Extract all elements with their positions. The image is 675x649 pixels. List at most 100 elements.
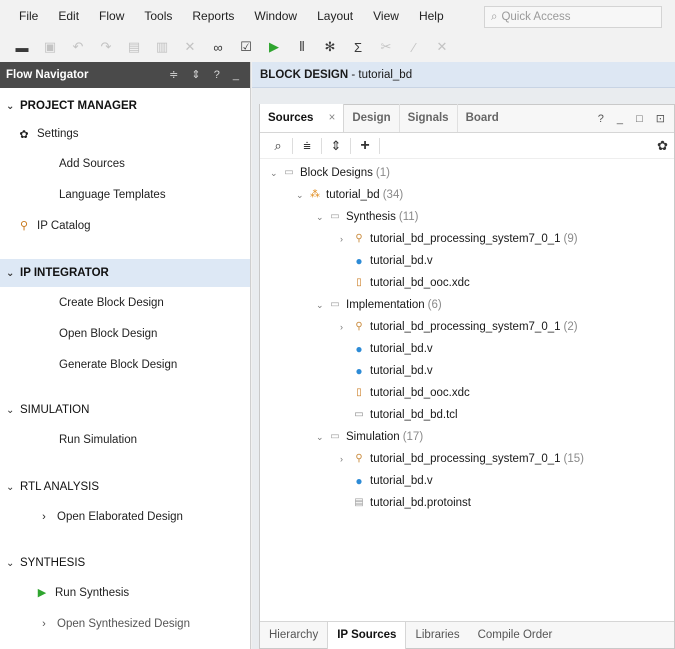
nav-item-language-templates[interactable]: Language Templates <box>0 179 250 210</box>
ip-icon: ⚲ <box>355 233 363 244</box>
tab-label: Design <box>352 112 391 124</box>
block-design-title: BLOCK DESIGN <box>260 68 349 81</box>
tree-node-file[interactable]: ▭ tutorial_bd_bd.tcl <box>352 404 458 426</box>
tree-node-label: tutorial_bd_processing_system7_0_1 <box>370 321 561 333</box>
verilog-file-icon: ● <box>355 254 363 268</box>
verilog-file-icon: ● <box>355 364 363 378</box>
nav-item-generate-block-design[interactable]: Generate Block Design <box>0 349 250 380</box>
nav-item-create-block-design[interactable]: Create Block Design <box>0 287 250 318</box>
nav-item-add-sources[interactable]: Add Sources <box>0 148 250 179</box>
ip-icon: ⚲ <box>355 321 363 332</box>
chevron-down-icon: ⌄ <box>6 100 15 112</box>
redo-icon[interactable]: ↷ <box>92 36 120 58</box>
tree-node-file[interactable]: ● tutorial_bd.v <box>352 470 432 492</box>
tree-node-ps7-implementation[interactable]: › ⚲ tutorial_bd_processing_system7_0_1 (… <box>340 316 578 338</box>
tree-node-file[interactable]: ● tutorial_bd.v <box>352 338 433 360</box>
constraints-file-icon: ▯ <box>356 387 362 398</box>
menu-flow[interactable]: Flow <box>89 0 134 32</box>
tree-node-block-designs[interactable]: ⌄ ▭ Block Designs (1) <box>270 162 390 184</box>
menu-layout[interactable]: Layout <box>307 0 363 32</box>
expand-all-icon[interactable]: ⇕ <box>324 138 348 154</box>
tab-design[interactable]: Design <box>344 104 398 132</box>
section-project-manager[interactable]: ⌄ PROJECT MANAGER <box>0 92 250 120</box>
delete-icon[interactable]: ✕ <box>176 36 204 58</box>
close-icon[interactable]: ✕ <box>428 36 456 58</box>
paste-icon[interactable]: ▥ <box>148 36 176 58</box>
menu-tools[interactable]: Tools <box>134 0 182 32</box>
menu-reports[interactable]: Reports <box>182 0 244 32</box>
section-ip-integrator[interactable]: ⌄ IP INTEGRATOR <box>0 259 250 287</box>
tab-libraries[interactable]: Libraries <box>406 622 468 649</box>
menu-edit[interactable]: Edit <box>48 0 89 32</box>
tab-ip-sources[interactable]: IP Sources <box>327 621 407 649</box>
tree-node-tutorial-bd[interactable]: ⌄ ⁂ tutorial_bd (34) <box>296 184 403 206</box>
tab-sources[interactable]: Sources × <box>260 104 345 132</box>
nav-item-open-synthesized-design[interactable]: › Open Synthesized Design <box>0 608 250 639</box>
nav-item-run-simulation[interactable]: Run Simulation <box>0 424 250 455</box>
menu-help[interactable]: Help <box>409 0 454 32</box>
nav-item-ip-catalog[interactable]: ⚲ IP Catalog <box>0 210 250 241</box>
nav-item-settings[interactable]: ✿ Settings <box>0 120 250 148</box>
tree-node-label: tutorial_bd_processing_system7_0_1 <box>370 233 561 245</box>
flow-navigator-header-icons[interactable]: ≑ ⇕ ? _ <box>169 62 244 88</box>
chevron-right-icon: › <box>340 454 343 464</box>
section-rtl-analysis[interactable]: ⌄ RTL ANALYSIS <box>0 473 250 501</box>
section-simulation[interactable]: ⌄ SIMULATION <box>0 396 250 424</box>
tab-compile-order[interactable]: Compile Order <box>469 622 562 649</box>
nav-item-open-block-design[interactable]: Open Block Design <box>0 318 250 349</box>
panel-window-controls[interactable]: ? _ □ ⊡ <box>598 105 670 133</box>
tree-node-count: (11) <box>398 211 419 223</box>
gear-icon[interactable]: ✿ <box>657 138 668 154</box>
sum-icon[interactable]: Σ <box>344 36 372 58</box>
nav-item-open-elaborated-design[interactable]: › Open Elaborated Design <box>0 501 250 532</box>
collapse-all-icon[interactable]: ⩧ <box>295 138 319 154</box>
nav-item-run-synthesis[interactable]: ▶ Run Synthesis <box>0 577 250 608</box>
close-icon[interactable]: × <box>329 112 336 124</box>
program-device-icon[interactable]: ⫴ <box>288 36 316 58</box>
validate-icon[interactable]: ☑ <box>232 36 260 58</box>
quick-access-input[interactable]: ⌕ Quick Access <box>484 6 662 28</box>
tab-signals[interactable]: Signals <box>398 104 457 132</box>
tree-node-label: tutorial_bd.v <box>370 343 433 355</box>
open-project-icon[interactable]: ▬ <box>8 36 36 58</box>
tree-node-ps7-synthesis[interactable]: › ⚲ tutorial_bd_processing_system7_0_1 (… <box>340 228 578 250</box>
undo-icon[interactable]: ↶ <box>64 36 92 58</box>
run-icon[interactable]: ▶ <box>260 36 288 58</box>
tree-node-count: (6) <box>427 299 442 311</box>
tab-hierarchy[interactable]: Hierarchy <box>260 622 327 649</box>
tree-node-synthesis[interactable]: ⌄ ▭ Synthesis (11) <box>316 206 418 228</box>
cut-icon[interactable]: ✂ <box>372 36 400 58</box>
flow-navigator-header: Flow Navigator ≑ ⇕ ? _ <box>0 62 250 88</box>
section-label: PROJECT MANAGER <box>20 100 137 112</box>
find-icon[interactable]: ∞ <box>204 36 232 58</box>
settings-icon[interactable]: ✻ <box>316 36 344 58</box>
sources-toolbar: ⌕ ⩧ ⇕ + ✿ <box>260 133 674 159</box>
section-synthesis[interactable]: ⌄ SYNTHESIS <box>0 549 250 577</box>
chevron-right-icon: › <box>340 322 343 332</box>
block-design-icon: ⁂ <box>310 189 320 200</box>
section-label: SYNTHESIS <box>20 557 86 569</box>
tree-node-label: tutorial_bd_bd.tcl <box>370 409 458 421</box>
tree-node-file[interactable]: ● tutorial_bd.v <box>352 250 432 272</box>
verilog-file-icon: ● <box>355 474 363 488</box>
autoconnect-icon[interactable]: ⁄ <box>400 36 428 58</box>
tree-node-implementation[interactable]: ⌄ ▭ Implementation (6) <box>316 294 442 316</box>
tree-node-file[interactable]: ● tutorial_bd.v <box>352 360 432 382</box>
tree-node-file[interactable]: ▯ tutorial_bd_ooc.xdc <box>352 272 470 294</box>
tree-node-ps7-simulation[interactable]: › ⚲ tutorial_bd_processing_system7_0_1 (… <box>340 448 584 470</box>
tree-node-file[interactable]: ▤ tutorial_bd.protoinst <box>352 492 471 514</box>
search-icon[interactable]: ⌕ <box>266 138 290 154</box>
menu-view[interactable]: View <box>363 0 409 32</box>
tab-board[interactable]: Board <box>456 104 507 132</box>
tree-node-count: (17) <box>402 431 424 443</box>
menu-file[interactable]: File <box>0 0 48 32</box>
tree-node-count: (1) <box>375 167 390 179</box>
tree-node-file[interactable]: ▯ tutorial_bd_ooc.xdc <box>352 382 470 404</box>
add-icon[interactable]: + <box>353 137 377 155</box>
menu-window[interactable]: Window <box>244 0 307 32</box>
tree-node-simulation[interactable]: ⌄ ▭ Simulation (17) <box>316 426 423 448</box>
chevron-down-icon: ⌄ <box>316 300 324 310</box>
copy-icon[interactable]: ▤ <box>120 36 148 58</box>
chevron-down-icon: ⌄ <box>316 432 324 442</box>
save-icon[interactable]: ▣ <box>36 36 64 58</box>
